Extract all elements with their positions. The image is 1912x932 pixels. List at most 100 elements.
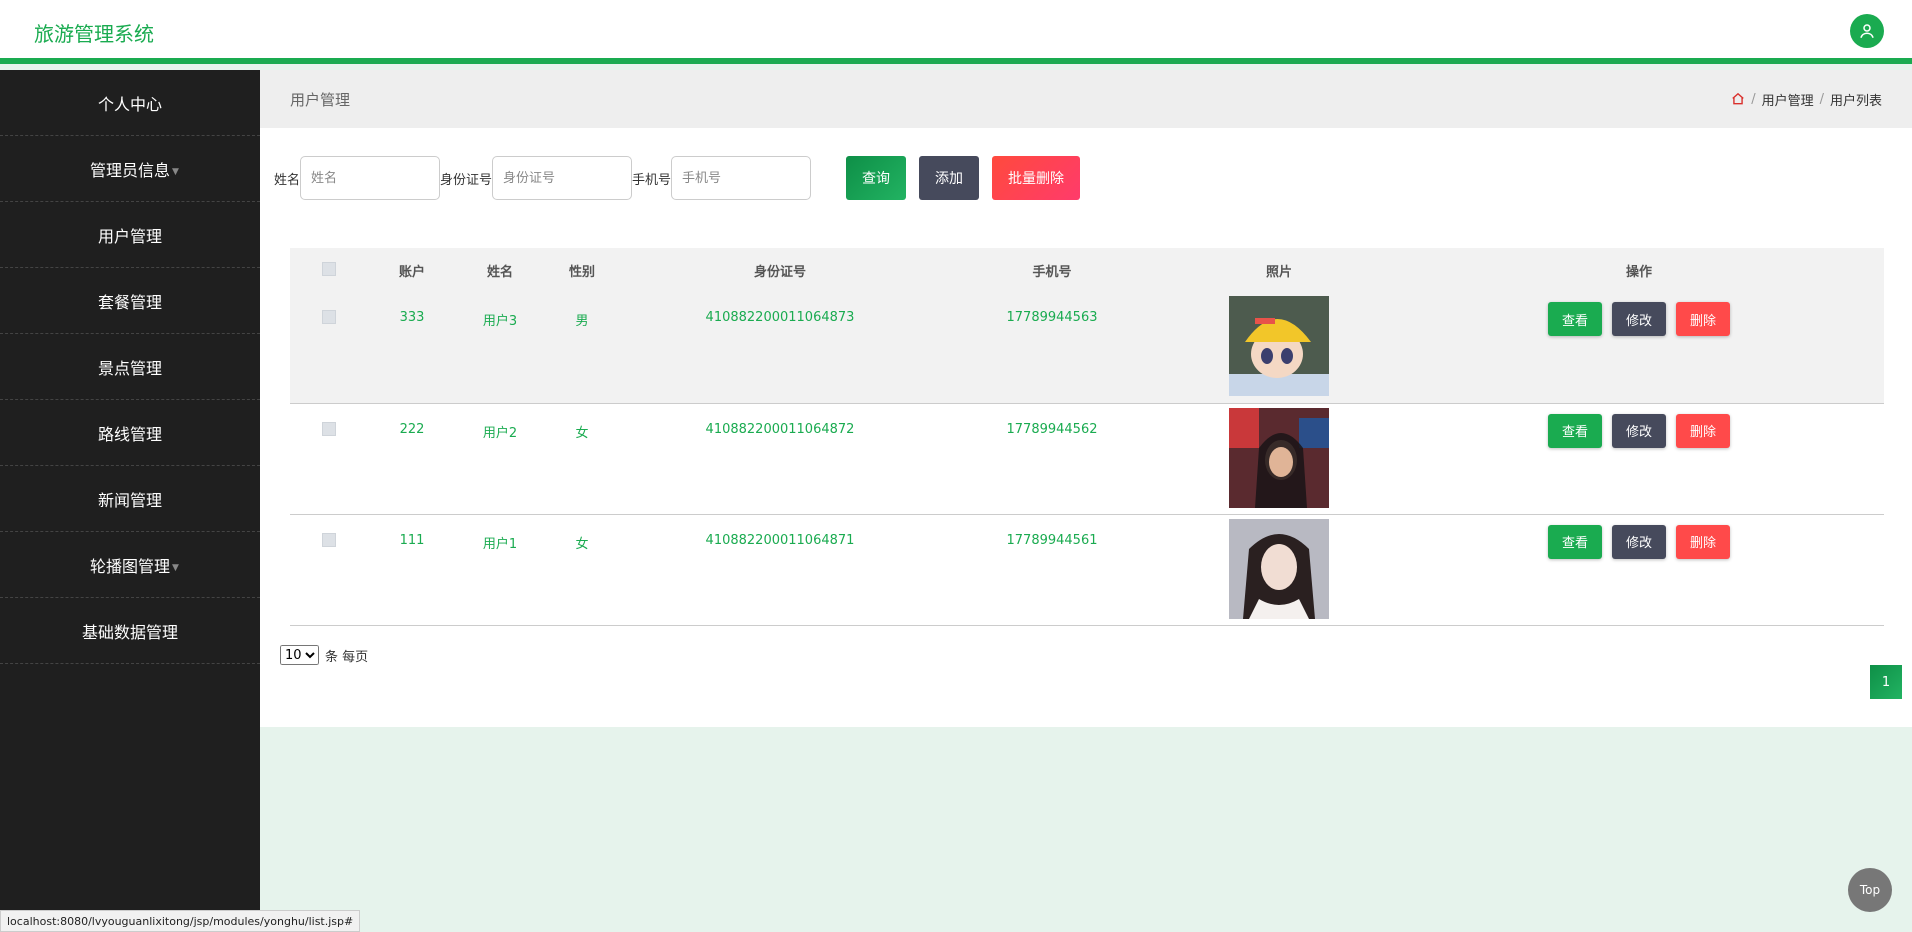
edit-button[interactable]: 修改 [1611, 302, 1666, 336]
sidebar-item-scenic-management[interactable]: 景点管理 [0, 334, 260, 400]
add-button[interactable]: 添加 [919, 156, 980, 200]
table-row: 222 用户2 女 410882200011064872 17789944562 [290, 403, 1884, 514]
header-bar: 用户管理 / 用户管理 / 用户列表 [260, 70, 1912, 128]
select-all-checkbox[interactable] [322, 262, 336, 276]
gender-cell: 女 [575, 536, 589, 552]
phone-cell: 17789944563 [1006, 310, 1098, 325]
sidebar-item-package-management[interactable]: 套餐管理 [0, 268, 260, 334]
filter-bar: 姓名 身份证号 手机号 查询 添加 批量删除 [274, 156, 1081, 200]
edit-button[interactable]: 修改 [1611, 524, 1666, 559]
column-header-account: 账户 [368, 248, 456, 292]
account-cell: 222 [399, 421, 425, 437]
phone-input[interactable] [671, 156, 812, 200]
sidebar-item-user-management[interactable]: 用户管理 [0, 202, 260, 268]
row-select-cell [290, 403, 368, 514]
table-header-row: 账户 姓名 性别 身份证号 手机号 照片 操作 [290, 248, 1884, 292]
gender-cell: 女 [575, 425, 589, 441]
column-header-actions: 操作 [1394, 248, 1884, 292]
sidebar-item-label: 景点管理 [97, 358, 162, 378]
table-row: 111 用户1 女 410882200011064871 17789944561 [290, 514, 1884, 625]
sidebar-item-personal-center[interactable]: 个人中心 [0, 70, 260, 136]
breadcrumb-separator: / [1819, 91, 1824, 107]
sidebar: 个人中心 管理员信息 ▼ 用户管理 套餐管理 景点管理 路线管理 新闻管理 轮播图… [0, 70, 260, 932]
sidebar-item-label: 用户管理 [97, 226, 162, 246]
search-button[interactable]: 查询 [846, 156, 907, 200]
column-header-phone: 手机号 [940, 248, 1164, 292]
delete-button[interactable]: 删除 [1676, 524, 1731, 559]
select-all-cell [290, 248, 368, 292]
sidebar-item-basic-data-management[interactable]: 基础数据管理 [0, 598, 260, 664]
actions-cell: 查看 修改 删除 [1394, 514, 1884, 625]
page-title: 用户管理 [290, 90, 351, 109]
user-photo [1229, 407, 1329, 508]
phone-cell: 17789944561 [1006, 532, 1098, 548]
photo-cell [1164, 514, 1394, 625]
sidebar-item-label: 套餐管理 [97, 292, 162, 312]
user-table: 账户 姓名 性别 身份证号 手机号 照片 操作 333 用户3 男 410882… [290, 248, 1884, 626]
delete-button[interactable]: 删除 [1676, 413, 1731, 448]
column-header-gender: 性别 [544, 248, 620, 292]
row-select-cell [290, 514, 368, 625]
sidebar-item-label: 轮播图管理 [89, 556, 170, 576]
sidebar-item-route-management[interactable]: 路线管理 [0, 400, 260, 466]
caret-down-icon: ▼ [172, 167, 179, 177]
page-size-select[interactable]: 10 [280, 645, 319, 665]
user-photo [1229, 518, 1329, 619]
row-select-cell [290, 292, 368, 403]
breadcrumb-item-user-list: 用户列表 [1829, 93, 1882, 109]
idcard-cell: 410882200011064872 [705, 421, 855, 437]
edit-button[interactable]: 修改 [1611, 413, 1666, 448]
account-cell: 333 [399, 310, 425, 325]
photo-cell [1164, 292, 1394, 403]
idcard-input[interactable] [492, 156, 633, 200]
sidebar-item-label: 基础数据管理 [81, 622, 178, 642]
back-to-top-button[interactable]: Top [1848, 868, 1892, 912]
caret-down-icon: ▼ [172, 563, 179, 573]
row-checkbox[interactable] [322, 421, 336, 436]
sidebar-item-label: 路线管理 [97, 424, 162, 444]
name-label: 姓名 [274, 172, 301, 188]
browser-status-url: localhost:8080/lvyouguanlixitong/jsp/mod… [0, 910, 361, 932]
phone-cell: 17789944562 [1006, 421, 1098, 437]
user-icon [1860, 24, 1874, 38]
idcard-cell: 410882200011064871 [705, 532, 855, 548]
gender-cell: 男 [575, 314, 589, 329]
view-button[interactable]: 查看 [1547, 524, 1602, 559]
sidebar-item-label: 管理员信息 [89, 160, 170, 180]
idcard-cell: 410882200011064873 [705, 310, 855, 325]
delete-button[interactable]: 删除 [1676, 302, 1731, 336]
column-header-photo: 照片 [1164, 248, 1394, 292]
row-checkbox[interactable] [322, 310, 336, 324]
account-cell: 111 [399, 532, 425, 548]
actions-cell: 查看 修改 删除 [1394, 292, 1884, 403]
sidebar-item-label: 个人中心 [97, 94, 162, 114]
sidebar-item-carousel-management[interactable]: 轮播图管理 ▼ [0, 532, 260, 598]
breadcrumb-item-user-management[interactable]: 用户管理 [1762, 90, 1814, 109]
view-button[interactable]: 查看 [1547, 413, 1602, 448]
breadcrumb-separator: / [1751, 91, 1756, 107]
per-page-label: 条 每页 [325, 649, 369, 665]
top-bar: 旅游管理系统 [0, 0, 1912, 64]
page-size-control: 10 条 每页 [280, 645, 368, 665]
breadcrumb: / 用户管理 / 用户列表 [1731, 90, 1882, 109]
phone-label: 手机号 [632, 172, 672, 188]
name-cell: 用户2 [482, 425, 518, 441]
name-input[interactable] [300, 156, 441, 200]
sidebar-item-admin-info[interactable]: 管理员信息 ▼ [0, 136, 260, 202]
name-cell: 用户3 [482, 314, 518, 329]
user-avatar[interactable] [1850, 14, 1884, 48]
table-row: 333 用户3 男 410882200011064873 17789944563 [290, 292, 1884, 403]
sidebar-item-news-management[interactable]: 新闻管理 [0, 466, 260, 532]
column-header-name: 姓名 [456, 248, 544, 292]
main-content: 用户管理 / 用户管理 / 用户列表 姓名 身份证号 手机号 查询 添加 批量删… [260, 70, 1912, 727]
name-cell: 用户1 [482, 536, 518, 552]
pagination-page-button[interactable]: 1 [1870, 665, 1902, 699]
column-header-idcard: 身份证号 [620, 248, 940, 292]
batch-delete-button[interactable]: 批量删除 [992, 156, 1081, 200]
sidebar-item-label: 新闻管理 [97, 490, 162, 510]
home-icon[interactable] [1731, 92, 1745, 106]
view-button[interactable]: 查看 [1547, 302, 1602, 336]
idcard-label: 身份证号 [440, 172, 493, 188]
row-checkbox[interactable] [322, 532, 336, 547]
app-title: 旅游管理系统 [34, 22, 154, 46]
